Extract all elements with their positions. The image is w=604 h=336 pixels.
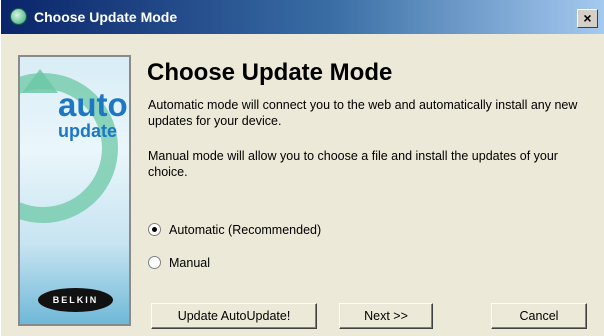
logo-text-update: update xyxy=(58,121,118,141)
manual-label[interactable]: Manual xyxy=(169,255,210,271)
close-button[interactable]: × xyxy=(577,9,598,28)
title-bar[interactable]: Choose Update Mode × xyxy=(1,0,604,34)
autoupdate-banner: auto update BELKIN xyxy=(18,55,131,326)
manual-description: Manual mode will allow you to choose a f… xyxy=(148,149,558,179)
manual-radio[interactable] xyxy=(148,256,161,269)
arrow-head-icon xyxy=(22,69,58,93)
logo-text-auto: auto xyxy=(58,86,128,123)
belkin-logo: BELKIN xyxy=(38,288,113,312)
automatic-radio[interactable] xyxy=(148,223,161,236)
cancel-button[interactable]: Cancel xyxy=(491,303,587,329)
next-button[interactable]: Next >> xyxy=(339,303,433,329)
app-icon xyxy=(10,8,27,25)
update-autoupdate-button[interactable]: Update AutoUpdate! xyxy=(151,303,317,329)
page-title: Choose Update Mode xyxy=(147,59,393,86)
window-title: Choose Update Mode xyxy=(34,9,178,25)
automatic-description: Automatic mode will connect you to the w… xyxy=(148,98,578,128)
automatic-label[interactable]: Automatic (Recommended) xyxy=(169,222,321,238)
radio-selected-dot xyxy=(152,227,157,232)
dialog-window: Choose Update Mode × auto update BELKIN … xyxy=(0,0,604,336)
close-icon: × xyxy=(583,10,592,26)
